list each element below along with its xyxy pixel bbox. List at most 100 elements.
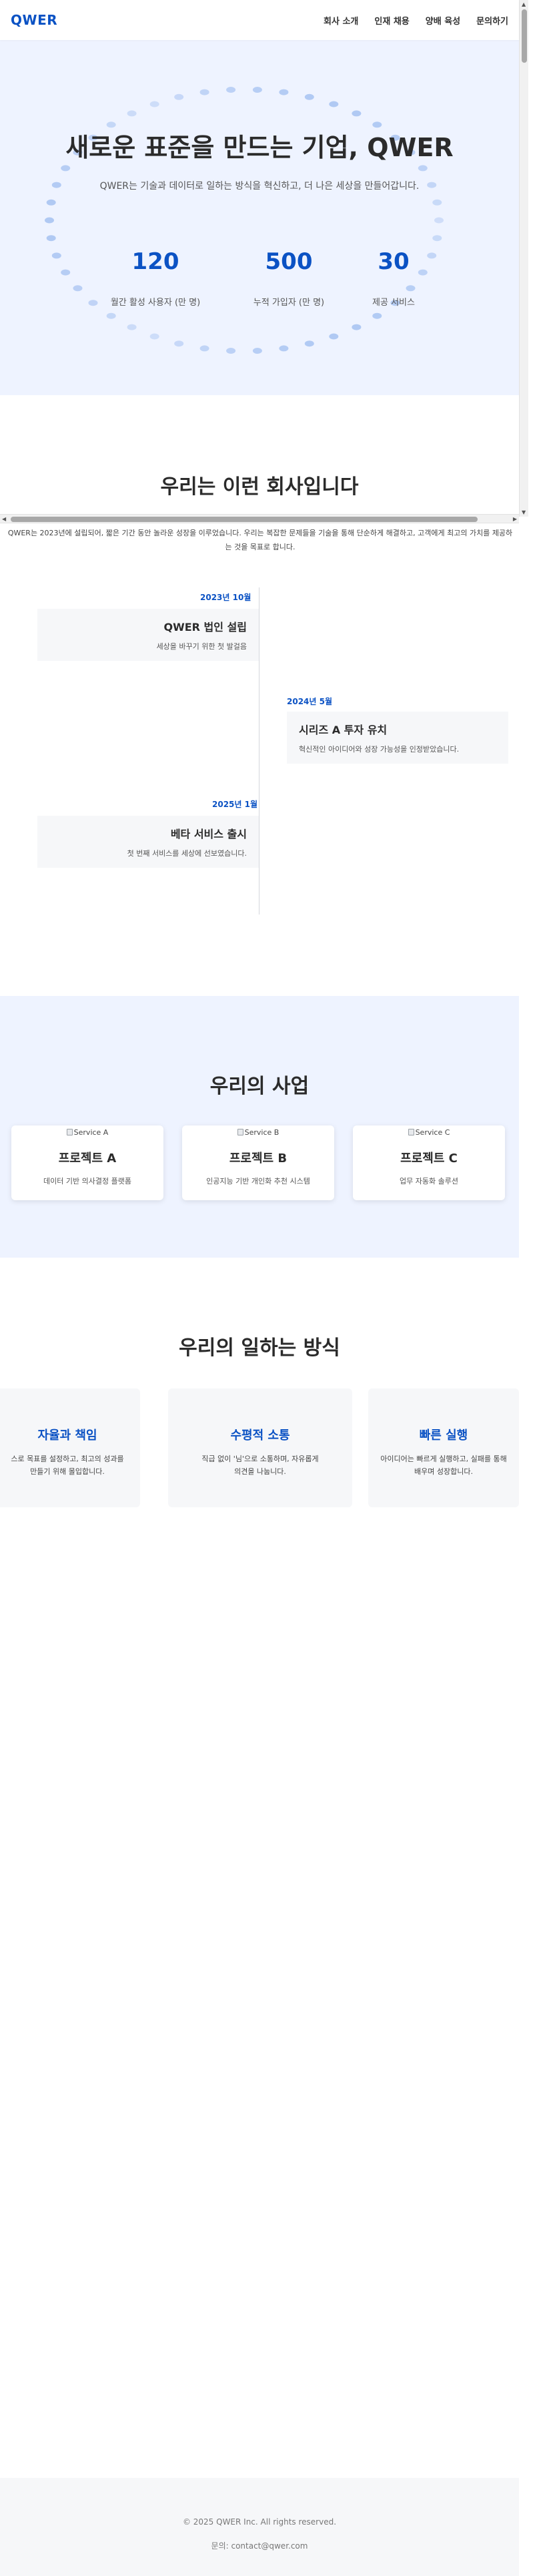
ring-dot bbox=[46, 199, 56, 206]
ring-dot bbox=[304, 93, 314, 100]
stat-value: 120 bbox=[131, 248, 179, 275]
ring-dot bbox=[127, 110, 137, 117]
page-margin bbox=[528, 0, 551, 2576]
way-card-communication: 수평적 소통 직급 없이 '님'으로 소통하며, 자유롭게 의견을 나눕니다. bbox=[168, 1388, 352, 1507]
ring-dot bbox=[329, 101, 339, 107]
ring-dot bbox=[61, 165, 71, 172]
logo[interactable]: QWER bbox=[11, 12, 57, 28]
business-title: 우리의 사업 bbox=[209, 1075, 310, 1098]
timeline-title: 베타 서비스 출시 bbox=[170, 828, 247, 840]
hero-title: 새로운 표준을 만드는 기업, QWER bbox=[65, 133, 454, 162]
broken-image-icon: Service C bbox=[408, 1128, 450, 1137]
site-footer: © 2025 QWER Inc. All rights reserved. 문의… bbox=[0, 2478, 519, 2576]
about-title: 우리는 이런 회사입니다 bbox=[160, 475, 359, 499]
way-card-desc: 아이디어는 빠르게 실행하고, 실패를 통해 배우며 성장합니다. bbox=[380, 1455, 507, 1476]
ring-dot bbox=[434, 217, 444, 224]
ring-dot bbox=[174, 340, 184, 347]
ring-dot bbox=[432, 235, 442, 242]
timeline-card: QWER 법인 설립 세상을 바꾸기 위한 첫 발걸음 bbox=[37, 609, 259, 661]
ring-dot bbox=[46, 235, 56, 242]
stat-services: 30 제공 서비스 bbox=[327, 248, 460, 308]
site-header: QWER 회사 소개 인재 채용 양배 육성 문의하기 bbox=[0, 0, 519, 40]
about-text: QWER는 2023년에 설립되어, 짧은 기간 동안 놀라운 성장을 이루었습… bbox=[7, 529, 513, 551]
way-card-desc: 직급 없이 '님'으로 소통하며, 자유롭게 의견을 나눕니다. bbox=[201, 1455, 319, 1476]
scrollbar-thumb[interactable] bbox=[522, 9, 527, 63]
ring-dot bbox=[51, 252, 61, 259]
stat-label: 제공 서비스 bbox=[372, 298, 415, 308]
contact-email[interactable]: 문의: contact@qwer.com bbox=[0, 2540, 519, 2551]
ring-dot bbox=[199, 89, 209, 95]
timeline-card: 베타 서비스 출시 첫 번째 서비스를 세상에 선보였습니다. bbox=[37, 816, 259, 868]
image-alt-text: Service A bbox=[73, 1127, 109, 1137]
ring-dot bbox=[352, 324, 362, 330]
vertical-scrollbar[interactable]: ▲ ▼ bbox=[519, 0, 528, 517]
broken-image-icon: Service B bbox=[237, 1128, 279, 1137]
ring-dot bbox=[106, 312, 116, 319]
scroll-up-icon[interactable]: ▲ bbox=[522, 1, 526, 7]
timeline-date: 2024년 5월 bbox=[287, 697, 333, 706]
timeline-title: QWER 법인 설립 bbox=[163, 621, 247, 633]
timeline-desc: 세상을 바꾸기 위한 첫 발걸음 bbox=[156, 642, 247, 651]
ring-dot bbox=[252, 348, 262, 354]
way-card-autonomy: 자율과 책임 스로 목표를 설정하고, 최고의 성과를 만들기 위해 몰입합니다… bbox=[0, 1388, 140, 1507]
ring-dot bbox=[352, 110, 362, 117]
timeline-date: 2023년 10월 bbox=[200, 593, 251, 602]
project-desc: 인공지능 기반 개인화 추천 시스템 bbox=[206, 1177, 310, 1186]
project-card-a[interactable]: Service A 프로젝트 A 데이터 기반 의사결정 플랫폼 bbox=[11, 1125, 163, 1200]
page: QWER 회사 소개 인재 채용 양배 육성 문의하기 새로운 표준을 만드는 … bbox=[0, 0, 519, 2576]
project-card-c[interactable]: Service C 프로젝트 C 업무 자동화 솔루션 bbox=[353, 1125, 505, 1200]
scroll-left-icon[interactable]: ◀ bbox=[2, 516, 6, 522]
nav-link-contact[interactable]: 문의하기 bbox=[476, 14, 508, 27]
project-desc: 업무 자동화 솔루션 bbox=[400, 1177, 458, 1186]
ring-dot bbox=[61, 269, 71, 276]
stat-label: 월간 활성 사용자 (만 명) bbox=[110, 298, 201, 308]
way-card-title: 빠른 실행 bbox=[419, 1429, 468, 1443]
ring-dot bbox=[432, 199, 442, 206]
way-title: 우리의 일하는 방식 bbox=[179, 1336, 340, 1360]
dotted-ring-decoration bbox=[45, 87, 444, 354]
way-card-execution: 빠른 실행 아이디어는 빠르게 실행하고, 실패를 통해 배우며 성장합니다. bbox=[368, 1388, 519, 1507]
scroll-right-icon[interactable]: ▶ bbox=[513, 516, 517, 522]
hero-subtitle: QWER는 기술과 데이터로 일하는 방식을 혁신하고, 더 나은 세상을 만들… bbox=[99, 181, 420, 192]
timeline-desc: 혁신적인 아이디어와 성장 가능성을 인정받았습니다. bbox=[299, 745, 460, 754]
ring-dot bbox=[149, 101, 159, 107]
horizontal-scrollbar[interactable]: ◀ ▶ bbox=[0, 514, 519, 523]
stat-active-users: 120 월간 활성 사용자 (만 명) bbox=[89, 248, 222, 308]
scroll-down-icon[interactable]: ▼ bbox=[522, 509, 526, 515]
ring-dot bbox=[418, 165, 428, 172]
ring-dot bbox=[279, 345, 289, 352]
copyright: © 2025 QWER Inc. All rights reserved. bbox=[182, 2517, 337, 2527]
project-title: 프로젝트 C bbox=[400, 1151, 458, 1166]
ring-dot bbox=[127, 324, 137, 330]
timeline-date: 2025년 1월 bbox=[212, 800, 258, 809]
ring-dot bbox=[304, 340, 314, 347]
ring-dot bbox=[329, 333, 339, 340]
ring-dot bbox=[174, 93, 184, 100]
ring-dot bbox=[199, 345, 209, 352]
main-nav: 회사 소개 인재 채용 양배 육성 문의하기 bbox=[324, 14, 508, 27]
ring-dot bbox=[149, 333, 159, 340]
ring-dot bbox=[73, 285, 83, 292]
project-title: 프로젝트 A bbox=[58, 1151, 117, 1166]
ring-dot bbox=[45, 217, 54, 224]
broken-image-icon: Service A bbox=[66, 1127, 109, 1137]
nav-link-careers[interactable]: 인재 채용 bbox=[374, 14, 409, 27]
ring-dot bbox=[372, 312, 382, 319]
way-card-desc: 스로 목표를 설정하고, 최고의 성과를 만들기 위해 몰입합니다. bbox=[11, 1455, 124, 1476]
nav-link-about[interactable]: 회사 소개 bbox=[324, 14, 358, 27]
nav-link-growth[interactable]: 양배 육성 bbox=[426, 14, 460, 27]
image-alt-text: Service C bbox=[415, 1127, 450, 1137]
way-card-title: 자율과 책임 bbox=[37, 1429, 97, 1443]
project-card-b[interactable]: Service B 프로젝트 B 인공지능 기반 개인화 추천 시스템 bbox=[182, 1125, 334, 1200]
ring-dot bbox=[226, 87, 236, 93]
ring-dot bbox=[252, 87, 262, 93]
project-title: 프로젝트 B bbox=[229, 1151, 288, 1166]
timeline-title: 시리즈 A 투자 유치 bbox=[299, 724, 388, 736]
scrollbar-thumb[interactable] bbox=[11, 517, 478, 522]
ring-dot bbox=[226, 348, 236, 354]
stat-value: 30 bbox=[378, 248, 410, 275]
ring-dot bbox=[279, 89, 289, 95]
timeline-desc: 첫 번째 서비스를 세상에 선보였습니다. bbox=[127, 849, 247, 858]
timeline-card: 시리즈 A 투자 유치 혁신적인 아이디어와 성장 가능성을 인정받았습니다. bbox=[287, 712, 508, 764]
project-desc: 데이터 기반 의사결정 플랫폼 bbox=[43, 1177, 131, 1186]
